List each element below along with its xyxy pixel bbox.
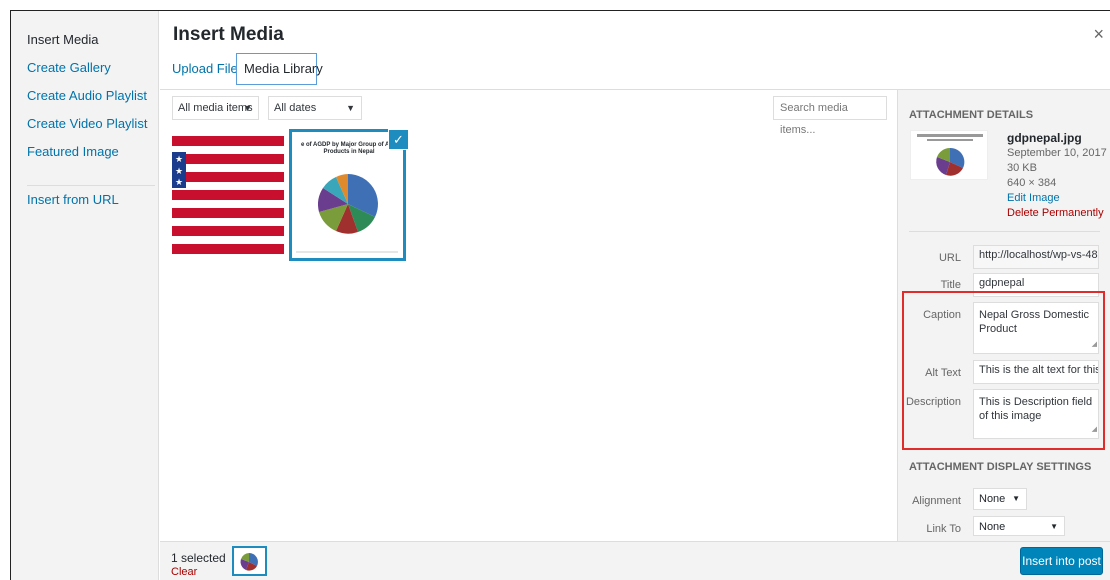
selection-toolbar: 1 selected Clear Insert into post [160, 541, 1110, 580]
menu-separator [27, 185, 155, 186]
link-to-value: None [979, 521, 1006, 533]
menu-item-create-video-playlist[interactable]: Create Video Playlist [27, 116, 147, 131]
chevron-down-icon: ▼ [346, 103, 355, 113]
search-input[interactable]: Search media items... [773, 96, 887, 136]
date-filter-value: All dates [274, 102, 317, 114]
media-type-filter-value: All media items [178, 102, 253, 114]
selected-check-icon[interactable]: ✓ [388, 129, 409, 150]
insert-into-post-button[interactable]: Insert into post [1020, 547, 1103, 575]
attachment-flag-image[interactable]: ★ ★ ★ [172, 128, 284, 258]
details-thumbnail [910, 130, 988, 180]
url-field[interactable]: http://localhost/wp-vs-481/ [973, 245, 1099, 269]
attachment-filename: gdpnepal.jpg [1007, 131, 1082, 145]
menu-item-featured-image[interactable]: Featured Image [27, 144, 119, 159]
chevron-down-icon: ▼ [243, 103, 252, 113]
title-label: Title [940, 279, 961, 291]
edit-image-link[interactable]: Edit Image [1007, 191, 1107, 206]
svg-text:★: ★ [175, 177, 183, 187]
attachment-meta: gdpnepal.jpg September 10, 2017 30 KB 64… [1007, 131, 1107, 221]
attachment-date: September 10, 2017 [1007, 147, 1107, 159]
modal-title: Insert Media [173, 24, 284, 45]
alignment-select[interactable]: None ▼ [973, 488, 1027, 510]
date-filter[interactable]: All dates ▼ [268, 96, 362, 120]
highlight-box [902, 291, 1105, 450]
media-type-filter[interactable]: All media items ▼ [172, 96, 259, 120]
link-to-label: Link To [926, 523, 961, 535]
svg-text:★: ★ [175, 154, 183, 164]
menu-item-create-gallery[interactable]: Create Gallery [27, 60, 111, 75]
chevron-down-icon: ▼ [1050, 522, 1058, 531]
display-settings-heading: ATTACHMENT DISPLAY SETTINGS [909, 461, 1092, 473]
chevron-down-icon: ▼ [1012, 494, 1020, 503]
tab-media-library[interactable]: Media Library [236, 53, 323, 85]
media-menu: Insert Media Create Gallery Create Audio… [11, 11, 159, 580]
selection-count: 1 selected [171, 551, 226, 565]
close-icon[interactable]: × [1093, 24, 1104, 45]
pie-thumbnail-image [296, 174, 398, 253]
menu-item-insert-media[interactable]: Insert Media [27, 32, 99, 47]
url-label: URL [938, 252, 961, 264]
delete-permanently-link[interactable]: Delete Permanently [1007, 206, 1107, 221]
details-divider [909, 231, 1100, 232]
clear-selection-link[interactable]: Clear [171, 566, 197, 578]
selected-attachment-thumbnail[interactable] [232, 546, 267, 576]
link-to-select[interactable]: None ▼ [973, 516, 1065, 536]
alignment-label: Alignment [912, 495, 961, 507]
pie-thumbnail-image [240, 553, 258, 571]
menu-item-create-audio-playlist[interactable]: Create Audio Playlist [27, 88, 147, 103]
attachment-details-heading: ATTACHMENT DETAILS [909, 109, 1034, 121]
pie-thumbnail-image [917, 134, 983, 176]
menu-item-insert-from-url[interactable]: Insert from URL [27, 192, 119, 207]
alignment-value: None [979, 493, 1006, 505]
tab-upload-files[interactable]: Upload Files [172, 53, 244, 85]
svg-text:★: ★ [175, 166, 183, 176]
attachment-filesize: 30 KB [1007, 162, 1037, 174]
star-icon: ★ ★ ★ [172, 152, 186, 188]
attachment-dimensions: 640 × 384 [1007, 177, 1057, 189]
